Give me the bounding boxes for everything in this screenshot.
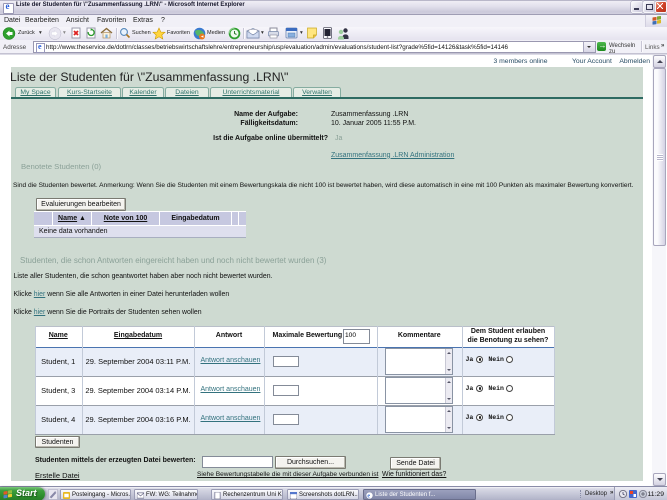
svg-text:e: e <box>367 493 370 498</box>
